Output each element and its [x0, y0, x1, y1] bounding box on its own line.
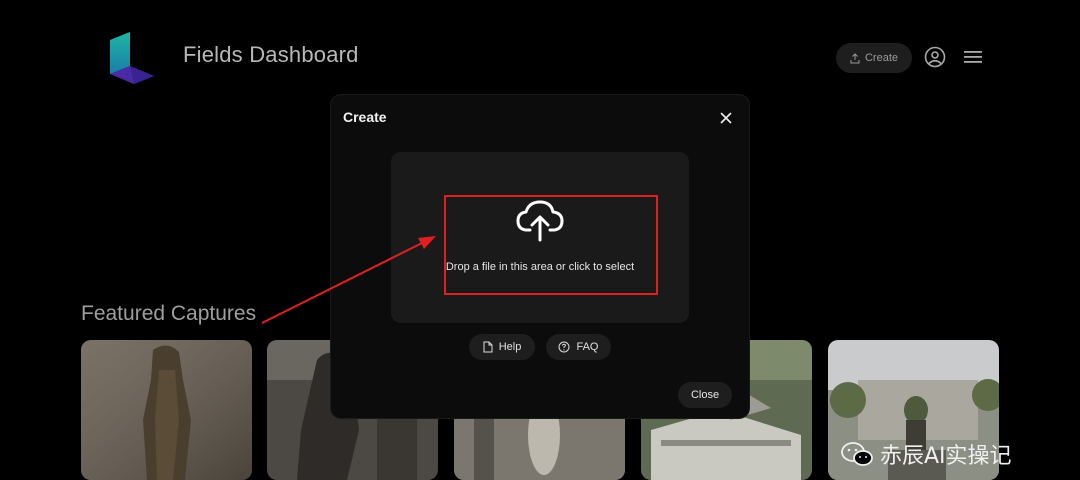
upload-icon: [850, 52, 860, 63]
wechat-icon: [841, 441, 873, 466]
hamburger-icon[interactable]: [964, 50, 982, 64]
app-title: Fields Dashboard: [183, 42, 359, 67]
fields-logo[interactable]: [108, 32, 156, 84]
watermark-text: 赤辰AI实操记: [880, 443, 1012, 469]
faq-button[interactable]: FAQ: [546, 334, 611, 360]
watermark: 赤辰AI实操记: [840, 440, 1012, 469]
question-circle-icon: [558, 341, 570, 353]
close-button[interactable]: Close: [678, 382, 732, 408]
help-label: Help: [498, 341, 522, 353]
user-circle-icon[interactable]: [924, 46, 946, 68]
capture-thumbnail-1[interactable]: [81, 340, 252, 480]
header-create-label: Create: [864, 52, 899, 64]
modal-title: Create: [343, 109, 387, 125]
header-create-button[interactable]: Create: [836, 43, 912, 73]
annotation-highlight-box: [444, 195, 658, 295]
help-button[interactable]: Help: [469, 334, 535, 360]
document-icon: [483, 341, 493, 353]
featured-captures-title: Featured Captures: [81, 302, 257, 325]
close-icon[interactable]: [717, 109, 735, 127]
faq-label: FAQ: [576, 341, 599, 353]
